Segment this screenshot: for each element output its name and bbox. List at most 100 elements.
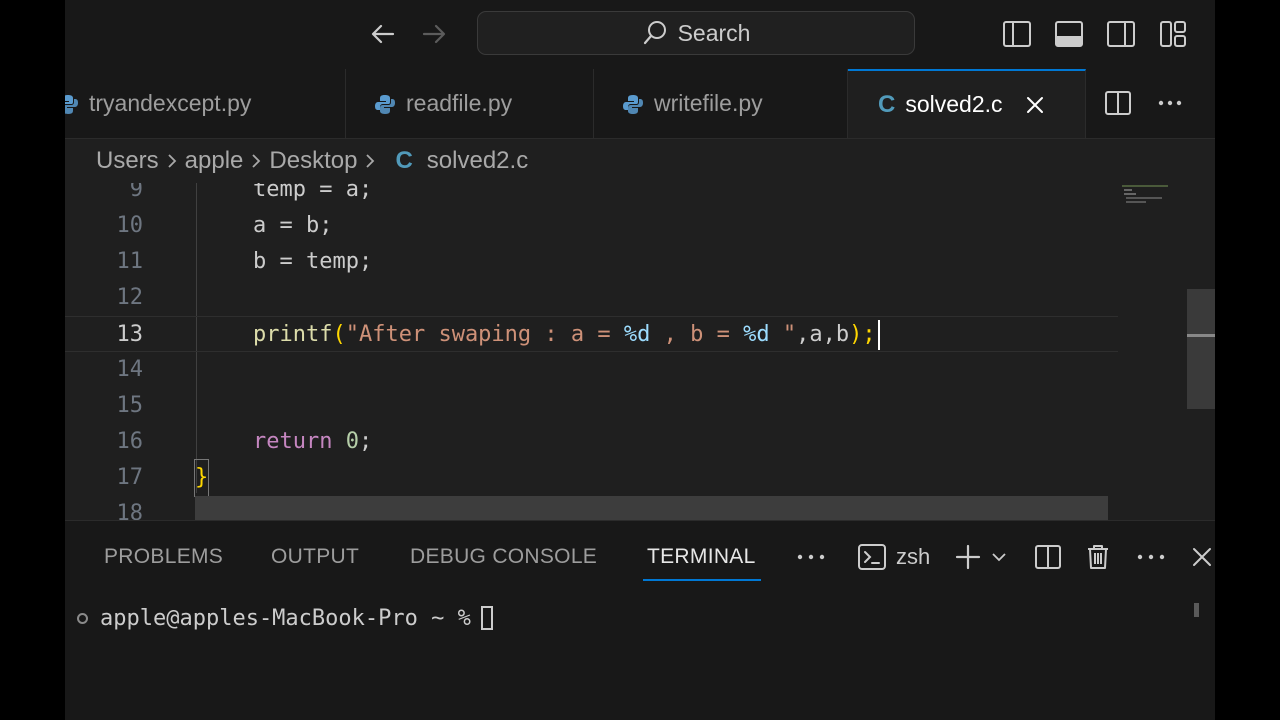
plus-icon — [955, 544, 981, 570]
toggle-panel-button[interactable] — [1053, 18, 1085, 50]
paren: ); — [849, 322, 876, 347]
ellipsis-icon — [1137, 554, 1165, 560]
code-text: printf("After swaping : a = %d , b = %d … — [253, 317, 880, 353]
code-editor[interactable]: 9 temp = a; 10 a = b; 11 b = temp; 12 13… — [65, 183, 1215, 520]
active-tab-indicator — [643, 579, 761, 581]
command-decoration-icon — [77, 612, 88, 624]
number-literal: 0 — [345, 429, 359, 454]
vscode-window: Search tryandexcept.py readfile.py write… — [65, 0, 1215, 720]
new-terminal-button[interactable] — [953, 540, 983, 574]
tab-label: tryandexcept.py — [89, 90, 252, 116]
tab-readfile[interactable]: readfile.py — [346, 69, 594, 138]
ellipsis-icon — [1158, 100, 1182, 106]
toggle-secondary-sidebar-button[interactable] — [1105, 18, 1137, 50]
line-number: 14 — [116, 357, 144, 382]
tab-label: readfile.py — [406, 90, 513, 116]
text-cursor — [877, 320, 880, 350]
split-terminal-button[interactable] — [1032, 540, 1064, 574]
chevron-right-icon — [165, 152, 179, 170]
semicolon: ; — [358, 429, 373, 454]
close-icon — [1193, 548, 1211, 566]
line-number: 13 — [116, 322, 144, 347]
sidebar-right-icon — [1107, 21, 1135, 47]
python-icon — [65, 93, 79, 115]
back-button[interactable] — [367, 18, 399, 50]
paren: ( — [332, 322, 346, 347]
terminal-dropdown-button[interactable] — [987, 540, 1011, 574]
c-file-icon: C — [878, 90, 896, 118]
string-literal: "After swaping : a = — [345, 322, 624, 347]
ellipsis-icon — [797, 554, 825, 560]
breadcrumb-desktop[interactable]: Desktop — [269, 147, 357, 175]
code-text: temp = a; — [253, 183, 373, 202]
panel-actions-button[interactable] — [1135, 540, 1167, 574]
line-number: 18 — [116, 501, 144, 520]
tab-debug-console[interactable]: DEBUG CONSOLE — [410, 545, 597, 569]
tab-solved2-c[interactable]: C solved2.c — [848, 69, 1086, 138]
closing-brace: } — [193, 459, 210, 497]
trash-icon — [1088, 545, 1108, 569]
terminal-shell-selector[interactable]: zsh — [858, 540, 930, 574]
breadcrumb-file[interactable]: solved2.c — [427, 147, 528, 175]
close-panel-button[interactable] — [1189, 540, 1215, 574]
keyword: return — [253, 429, 333, 454]
python-icon — [622, 93, 644, 115]
tab-problems[interactable]: PROBLEMS — [104, 545, 223, 569]
sidebar-left-icon — [1003, 21, 1031, 47]
minimap[interactable] — [1120, 183, 1175, 223]
breadcrumb-users[interactable]: Users — [96, 147, 159, 175]
chevron-down-icon — [992, 553, 1006, 562]
panel-more-button[interactable] — [793, 540, 829, 574]
code-line: 15 — [65, 388, 1118, 424]
format-specifier: %d — [623, 322, 651, 347]
bottom-panel: PROBLEMS OUTPUT DEBUG CONSOLE TERMINAL z… — [65, 520, 1215, 720]
cursor-position-marker — [1187, 334, 1215, 337]
more-actions-button[interactable] — [1152, 85, 1188, 121]
format-specifier: %d — [743, 322, 770, 347]
layout-icon — [1160, 21, 1186, 47]
code-line: 12 — [65, 280, 1118, 316]
arrow-left-icon — [371, 24, 395, 44]
terminal-output[interactable]: apple@apples-MacBook-Pro ~ % — [77, 601, 493, 635]
arguments: ,a,b — [796, 322, 850, 347]
search-label: Search — [677, 19, 751, 46]
line-number: 11 — [116, 249, 144, 274]
string-literal: " — [769, 322, 797, 347]
search-icon — [643, 21, 666, 45]
tab-tryandexcept[interactable]: tryandexcept.py — [65, 69, 346, 138]
tab-writefile[interactable]: writefile.py — [594, 69, 848, 138]
search-box[interactable]: Search — [477, 11, 915, 55]
code-line: 16 return 0; — [65, 424, 1118, 460]
split-editor-button[interactable] — [1100, 85, 1136, 121]
code-line: 11 b = temp; — [65, 244, 1118, 280]
horizontal-scrollbar[interactable] — [195, 496, 1108, 520]
code-text: a = b; — [253, 213, 333, 238]
function-name: printf — [253, 322, 333, 347]
code-line: 9 temp = a; — [65, 183, 1118, 208]
line-number: 15 — [116, 393, 144, 418]
python-icon — [374, 93, 396, 115]
code-line: 10 a = b; — [65, 208, 1118, 244]
terminal-scrollbar[interactable] — [1194, 603, 1199, 617]
customize-layout-button[interactable] — [1157, 18, 1189, 50]
forward-button[interactable] — [418, 18, 450, 50]
vertical-scrollbar-thumb[interactable] — [1187, 289, 1215, 409]
code-text: return 0; — [253, 424, 372, 460]
line-number: 16 — [116, 429, 144, 454]
tab-output[interactable]: OUTPUT — [271, 545, 359, 569]
split-editor-icon — [1105, 91, 1131, 115]
code-text: b = temp; — [253, 249, 373, 274]
tab-label: writefile.py — [654, 90, 763, 116]
chevron-right-icon — [249, 152, 263, 170]
shell-name: zsh — [896, 544, 931, 569]
line-number: 12 — [116, 285, 144, 310]
kill-terminal-button[interactable] — [1083, 540, 1113, 574]
code-line-current: 13 printf("After swaping : a = %d , b = … — [65, 316, 1118, 352]
toggle-primary-sidebar-button[interactable] — [1001, 18, 1033, 50]
close-icon[interactable] — [1025, 95, 1045, 115]
breadcrumb-apple[interactable]: apple — [185, 147, 244, 175]
arrow-right-icon — [422, 24, 446, 44]
tab-terminal[interactable]: TERMINAL — [647, 545, 756, 569]
line-number: 9 — [129, 183, 143, 202]
string-literal: , b = — [650, 322, 744, 347]
